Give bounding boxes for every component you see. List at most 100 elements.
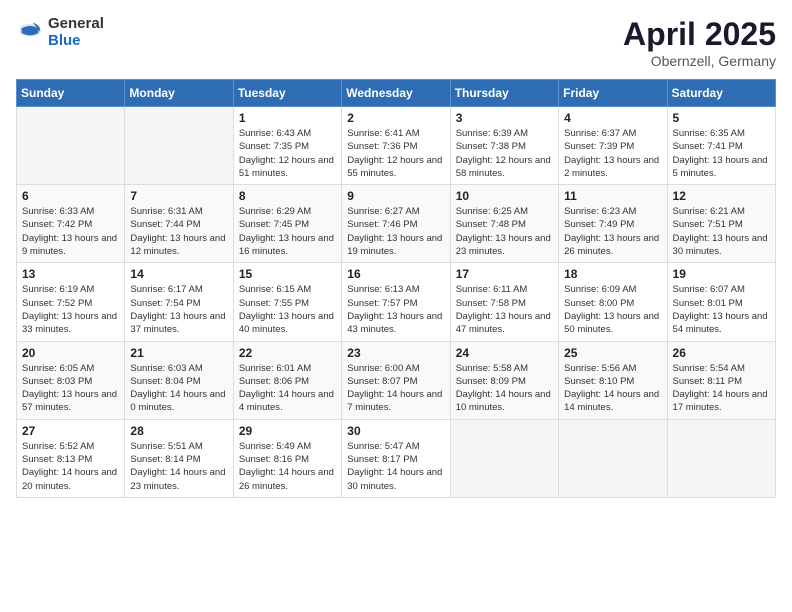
cell-info: Sunrise: 6:35 AM Sunset: 7:41 PM Dayligh… bbox=[673, 127, 770, 180]
day-number: 7 bbox=[130, 189, 227, 203]
day-number: 15 bbox=[239, 267, 336, 281]
calendar-week-3: 13 Sunrise: 6:19 AM Sunset: 7:52 PM Dayli… bbox=[17, 263, 776, 341]
cell-info: Sunrise: 6:21 AM Sunset: 7:51 PM Dayligh… bbox=[673, 205, 770, 258]
calendar-table: SundayMondayTuesdayWednesdayThursdayFrid… bbox=[16, 79, 776, 498]
day-number: 14 bbox=[130, 267, 227, 281]
calendar-cell: 9 Sunrise: 6:27 AM Sunset: 7:46 PM Daylig… bbox=[342, 185, 450, 263]
calendar-cell: 30Sunrise: 5:47 AM Sunset: 8:17 PM Dayli… bbox=[342, 419, 450, 497]
calendar-cell: 10 Sunrise: 6:25 AM Sunset: 7:48 PM Dayli… bbox=[450, 185, 558, 263]
logo-text: General Blue bbox=[48, 16, 104, 49]
logo-blue-text: Blue bbox=[48, 33, 104, 50]
cell-info: Sunrise: 6:41 AM Sunset: 7:36 PM Dayligh… bbox=[347, 127, 444, 180]
cell-info: Sunrise: 5:47 AM Sunset: 8:17 PM Dayligh… bbox=[347, 440, 444, 493]
col-header-thursday: Thursday bbox=[450, 80, 558, 107]
day-number: 23 bbox=[347, 346, 444, 360]
calendar-cell: 26Sunrise: 5:54 AM Sunset: 8:11 PM Dayli… bbox=[667, 341, 775, 419]
calendar-cell: 3 Sunrise: 6:39 AM Sunset: 7:38 PM Daylig… bbox=[450, 107, 558, 185]
calendar-week-5: 27 Sunrise: 5:52 AM Sunset: 8:13 PM Dayli… bbox=[17, 419, 776, 497]
logo-icon bbox=[16, 19, 44, 47]
cell-info: Sunrise: 6:39 AM Sunset: 7:38 PM Dayligh… bbox=[456, 127, 553, 180]
day-number: 2 bbox=[347, 111, 444, 125]
calendar-cell: 5 Sunrise: 6:35 AM Sunset: 7:41 PM Daylig… bbox=[667, 107, 775, 185]
cell-info: Sunrise: 6:25 AM Sunset: 7:48 PM Dayligh… bbox=[456, 205, 553, 258]
calendar-cell: 21 Sunrise: 6:03 AM Sunset: 8:04 PM Dayli… bbox=[125, 341, 233, 419]
day-number: 17 bbox=[456, 267, 553, 281]
col-header-saturday: Saturday bbox=[667, 80, 775, 107]
cell-info: Sunrise: 6:15 AM Sunset: 7:55 PM Dayligh… bbox=[239, 283, 336, 336]
calendar-cell: 6 Sunrise: 6:33 AM Sunset: 7:42 PM Daylig… bbox=[17, 185, 125, 263]
cell-info: Sunrise: 5:58 AM Sunset: 8:09 PM Dayligh… bbox=[456, 362, 553, 415]
day-number: 5 bbox=[673, 111, 770, 125]
calendar-cell: 13 Sunrise: 6:19 AM Sunset: 7:52 PM Dayli… bbox=[17, 263, 125, 341]
cell-info: Sunrise: 6:33 AM Sunset: 7:42 PM Dayligh… bbox=[22, 205, 119, 258]
day-number: 4 bbox=[564, 111, 661, 125]
calendar-cell: 28 Sunrise: 5:51 AM Sunset: 8:14 PM Dayli… bbox=[125, 419, 233, 497]
day-number: 22 bbox=[239, 346, 336, 360]
calendar-cell: 29Sunrise: 5:49 AM Sunset: 8:16 PM Dayli… bbox=[233, 419, 341, 497]
day-number: 19 bbox=[673, 267, 770, 281]
cell-info: Sunrise: 5:51 AM Sunset: 8:14 PM Dayligh… bbox=[130, 440, 227, 493]
day-number: 1 bbox=[239, 111, 336, 125]
day-number: 9 bbox=[347, 189, 444, 203]
day-number: 6 bbox=[22, 189, 119, 203]
calendar-cell: 4Sunrise: 6:37 AM Sunset: 7:39 PM Daylig… bbox=[559, 107, 667, 185]
cell-info: Sunrise: 5:52 AM Sunset: 8:13 PM Dayligh… bbox=[22, 440, 119, 493]
day-number: 13 bbox=[22, 267, 119, 281]
day-number: 24 bbox=[456, 346, 553, 360]
day-number: 12 bbox=[673, 189, 770, 203]
cell-info: Sunrise: 5:56 AM Sunset: 8:10 PM Dayligh… bbox=[564, 362, 661, 415]
calendar-cell bbox=[450, 419, 558, 497]
day-number: 10 bbox=[456, 189, 553, 203]
cell-info: Sunrise: 6:00 AM Sunset: 8:07 PM Dayligh… bbox=[347, 362, 444, 415]
calendar-cell bbox=[667, 419, 775, 497]
col-header-friday: Friday bbox=[559, 80, 667, 107]
calendar-cell bbox=[17, 107, 125, 185]
calendar-cell: 18Sunrise: 6:09 AM Sunset: 8:00 PM Dayli… bbox=[559, 263, 667, 341]
calendar-week-2: 6 Sunrise: 6:33 AM Sunset: 7:42 PM Daylig… bbox=[17, 185, 776, 263]
cell-info: Sunrise: 5:54 AM Sunset: 8:11 PM Dayligh… bbox=[673, 362, 770, 415]
logo: General Blue bbox=[16, 16, 104, 49]
title-area: April 2025 Obernzell, Germany bbox=[623, 16, 776, 69]
day-number: 25 bbox=[564, 346, 661, 360]
cell-info: Sunrise: 6:05 AM Sunset: 8:03 PM Dayligh… bbox=[22, 362, 119, 415]
col-header-tuesday: Tuesday bbox=[233, 80, 341, 107]
calendar-cell: 19 Sunrise: 6:07 AM Sunset: 8:01 PM Dayli… bbox=[667, 263, 775, 341]
calendar-week-4: 20 Sunrise: 6:05 AM Sunset: 8:03 PM Dayli… bbox=[17, 341, 776, 419]
calendar-cell bbox=[125, 107, 233, 185]
day-number: 20 bbox=[22, 346, 119, 360]
calendar-cell bbox=[559, 419, 667, 497]
logo-general-text: General bbox=[48, 16, 104, 33]
calendar-cell: 7Sunrise: 6:31 AM Sunset: 7:44 PM Daylig… bbox=[125, 185, 233, 263]
cell-info: Sunrise: 6:13 AM Sunset: 7:57 PM Dayligh… bbox=[347, 283, 444, 336]
col-header-monday: Monday bbox=[125, 80, 233, 107]
calendar-cell: 11 Sunrise: 6:23 AM Sunset: 7:49 PM Dayli… bbox=[559, 185, 667, 263]
location-subtitle: Obernzell, Germany bbox=[623, 53, 776, 69]
calendar-cell: 1 Sunrise: 6:43 AM Sunset: 7:35 PM Daylig… bbox=[233, 107, 341, 185]
cell-info: Sunrise: 6:03 AM Sunset: 8:04 PM Dayligh… bbox=[130, 362, 227, 415]
cell-info: Sunrise: 6:07 AM Sunset: 8:01 PM Dayligh… bbox=[673, 283, 770, 336]
cell-info: Sunrise: 6:29 AM Sunset: 7:45 PM Dayligh… bbox=[239, 205, 336, 258]
cell-info: Sunrise: 6:17 AM Sunset: 7:54 PM Dayligh… bbox=[130, 283, 227, 336]
day-number: 21 bbox=[130, 346, 227, 360]
month-title: April 2025 bbox=[623, 16, 776, 53]
calendar-cell: 24 Sunrise: 5:58 AM Sunset: 8:09 PM Dayli… bbox=[450, 341, 558, 419]
cell-info: Sunrise: 6:23 AM Sunset: 7:49 PM Dayligh… bbox=[564, 205, 661, 258]
col-header-wednesday: Wednesday bbox=[342, 80, 450, 107]
day-number: 11 bbox=[564, 189, 661, 203]
cell-info: Sunrise: 6:43 AM Sunset: 7:35 PM Dayligh… bbox=[239, 127, 336, 180]
calendar-cell: 20 Sunrise: 6:05 AM Sunset: 8:03 PM Dayli… bbox=[17, 341, 125, 419]
calendar-cell: 15 Sunrise: 6:15 AM Sunset: 7:55 PM Dayli… bbox=[233, 263, 341, 341]
calendar-cell: 12 Sunrise: 6:21 AM Sunset: 7:51 PM Dayli… bbox=[667, 185, 775, 263]
day-number: 29 bbox=[239, 424, 336, 438]
calendar-cell: 23 Sunrise: 6:00 AM Sunset: 8:07 PM Dayli… bbox=[342, 341, 450, 419]
day-number: 28 bbox=[130, 424, 227, 438]
calendar-header-row: SundayMondayTuesdayWednesdayThursdayFrid… bbox=[17, 80, 776, 107]
cell-info: Sunrise: 6:27 AM Sunset: 7:46 PM Dayligh… bbox=[347, 205, 444, 258]
cell-info: Sunrise: 6:09 AM Sunset: 8:00 PM Dayligh… bbox=[564, 283, 661, 336]
cell-info: Sunrise: 6:01 AM Sunset: 8:06 PM Dayligh… bbox=[239, 362, 336, 415]
calendar-cell: 25 Sunrise: 5:56 AM Sunset: 8:10 PM Dayli… bbox=[559, 341, 667, 419]
calendar-cell: 8Sunrise: 6:29 AM Sunset: 7:45 PM Daylig… bbox=[233, 185, 341, 263]
cell-info: Sunrise: 6:19 AM Sunset: 7:52 PM Dayligh… bbox=[22, 283, 119, 336]
day-number: 3 bbox=[456, 111, 553, 125]
day-number: 27 bbox=[22, 424, 119, 438]
